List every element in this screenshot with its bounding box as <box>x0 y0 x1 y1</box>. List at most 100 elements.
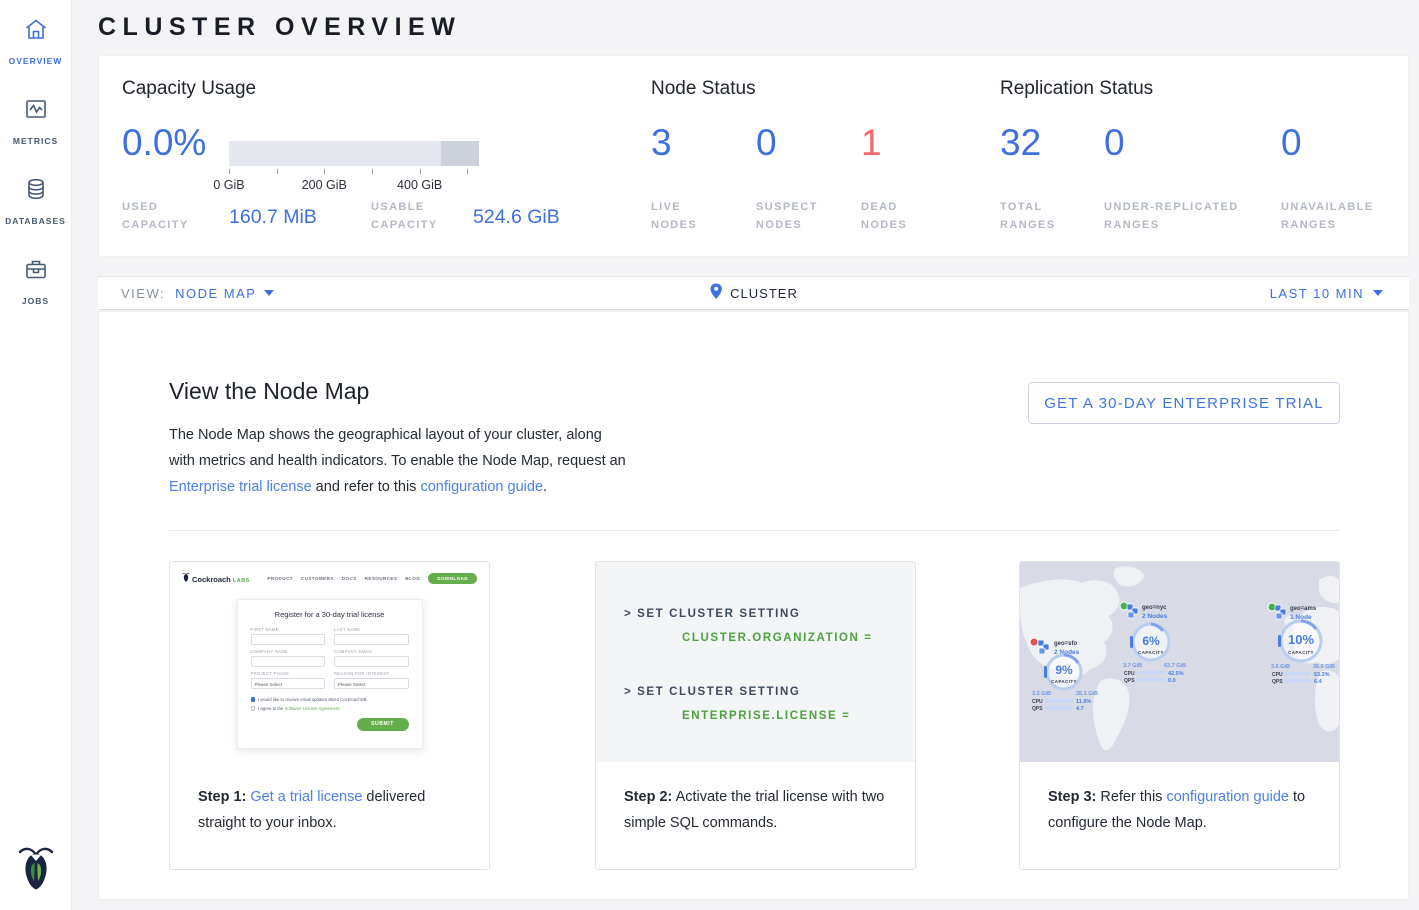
breadcrumb: CLUSTER <box>709 277 798 309</box>
unavailable-ranges-label: UNAVAILABLE RANGES <box>1281 198 1396 234</box>
svg-text:QPS: QPS <box>1124 678 1135 684</box>
mini-nav-item: RESOURCES <box>365 576 398 581</box>
divider <box>169 530 1340 531</box>
home-icon <box>23 16 49 47</box>
configuration-guide-link[interactable]: configuration guide <box>420 479 543 495</box>
sidebar-item-jobs[interactable]: JOBS <box>0 240 71 320</box>
cluster-summary-card: Capacity Usage 0.0% 0 GiB 200 GiB 400 Gi… <box>98 55 1409 257</box>
trial-license-form-thumbnail: Cockroach LABS PRODUCT CUSTOMERS DOCS RE… <box>170 562 489 762</box>
mini-field-label: REASON FOR INTEREST <box>334 671 409 676</box>
step-2-card: > SET CLUSTER SETTING CLUSTER.ORGANIZATI… <box>595 561 916 870</box>
node-map-promo-card: View the Node Map The Node Map shows the… <box>98 311 1409 900</box>
brand-suffix: LABS <box>233 578 250 584</box>
sql-keyword-line: > SET CLUSTER SETTING <box>624 680 915 704</box>
svg-text:9%: 9% <box>1055 663 1073 677</box>
capacity-bar-nonusable-segment <box>441 141 479 166</box>
live-nodes-label: LIVE NODES <box>651 198 723 234</box>
mini-nav-item: DOCS <box>342 576 357 581</box>
step-1-card: Cockroach LABS PRODUCT CUSTOMERS DOCS RE… <box>169 561 490 870</box>
cockroach-labs-mini-logo: Cockroach LABS <box>182 572 250 584</box>
svg-text:53.3%: 53.3% <box>1314 672 1330 678</box>
metrics-icon <box>23 96 49 127</box>
enterprise-trial-license-link[interactable]: Enterprise trial license <box>169 479 312 495</box>
jobs-icon <box>23 256 49 287</box>
svg-text:10%: 10% <box>1288 632 1314 647</box>
svg-text:CAPACITY: CAPACITY <box>1051 679 1077 684</box>
svg-text:CAPACITY: CAPACITY <box>1288 650 1314 655</box>
under-replicated-ranges-label: UNDER-REPLICATED RANGES <box>1104 198 1269 234</box>
mini-select: Please Select <box>251 678 326 689</box>
axis-tick-label: 200 GiB <box>302 178 347 192</box>
axis-tick <box>277 169 278 174</box>
cockroach-labs-logo <box>17 843 55 896</box>
sidebar-item-databases[interactable]: DATABASES <box>0 160 71 240</box>
promo-text: and refer to this <box>312 479 421 495</box>
axis-tick <box>372 169 373 174</box>
sidebar-item-metrics[interactable]: METRICS <box>0 80 71 160</box>
svg-text:4.7: 4.7 <box>1076 706 1084 712</box>
svg-text:3.2 GiB: 3.2 GiB <box>1032 691 1051 697</box>
sidebar-item-overview[interactable]: OVERVIEW <box>0 0 71 80</box>
mini-field-label: FIRST NAME <box>251 627 326 632</box>
cluster-overview-screen: OVERVIEW METRICS DATABASES JOBS <box>0 0 1419 910</box>
mini-checkbox-label: I would like to receive email updates ab… <box>258 697 368 702</box>
step-3-card: geo=sfo 2 Nodes 9% CAPACITY 3.2 GiB 35.1… <box>1019 561 1340 870</box>
node-map-thumbnail: geo=sfo 2 Nodes 9% CAPACITY 3.2 GiB 35.1… <box>1020 562 1339 762</box>
mini-submit-button: SUBMIT <box>357 718 409 731</box>
mini-select: Please Select <box>334 678 409 689</box>
sidebar-item-label: DATABASES <box>5 216 66 226</box>
capacity-usage-title: Capacity Usage <box>122 78 256 100</box>
axis-tick <box>229 169 230 174</box>
view-selector-dropdown[interactable]: NODE MAP <box>175 277 274 310</box>
mini-checkbox <box>251 706 256 711</box>
svg-text:CPU: CPU <box>1124 671 1135 677</box>
sql-keyword-line: > SET CLUSTER SETTING <box>624 602 915 626</box>
svg-text:42.5%: 42.5% <box>1168 671 1184 677</box>
svg-text:63.7 GiB: 63.7 GiB <box>1164 663 1186 669</box>
capacity-bar-chart: 0 GiB 200 GiB 400 GiB <box>229 141 479 166</box>
svg-text:geo=nyc: geo=nyc <box>1142 605 1167 611</box>
chevron-down-icon <box>1373 290 1383 296</box>
mini-nav-item: PRODUCT <box>267 576 293 581</box>
get-trial-license-link[interactable]: Get a trial license <box>250 789 362 805</box>
dead-nodes-label: DEAD NODES <box>861 198 933 234</box>
breadcrumb-location: CLUSTER <box>730 286 798 301</box>
time-range-dropdown[interactable]: LAST 10 MIN <box>1270 277 1383 309</box>
enterprise-trial-button[interactable]: GET A 30-DAY ENTERPRISE TRIAL <box>1028 382 1340 424</box>
mini-checkbox-label: I agree to the <box>258 706 285 711</box>
used-capacity-label: USED CAPACITY <box>122 198 214 234</box>
mini-field-label: PROJECT PHASE <box>251 671 326 676</box>
view-toolbar: VIEW: NODE MAP CLUSTER LAST 10 MIN <box>98 276 1409 310</box>
mini-registration-form: Register for a 30-day trial license FIRS… <box>237 599 423 749</box>
svg-text:2 Nodes: 2 Nodes <box>1142 613 1168 620</box>
suspect-nodes-value: 0 <box>756 122 777 164</box>
used-capacity-value: 160.7 MiB <box>229 206 317 229</box>
mini-input <box>334 656 409 667</box>
promo-title: View the Node Map <box>169 378 369 405</box>
capacity-used-percent: 0.0% <box>122 122 206 164</box>
axis-tick <box>467 169 468 174</box>
caption-text: Refer this <box>1096 789 1166 805</box>
svg-text:35.1 GiB: 35.1 GiB <box>1076 691 1098 697</box>
svg-text:QPS: QPS <box>1032 706 1043 712</box>
configuration-guide-link[interactable]: configuration guide <box>1166 789 1289 805</box>
step-2-caption: Step 2: Activate the trial license with … <box>596 762 915 836</box>
svg-text:6%: 6% <box>1142 634 1160 648</box>
usable-capacity-label: USABLE CAPACITY <box>371 198 471 234</box>
step-1-caption: Step 1: Get a trial license delivered st… <box>170 762 489 836</box>
under-replicated-ranges-value: 0 <box>1104 122 1125 164</box>
sidebar: OVERVIEW METRICS DATABASES JOBS <box>0 0 72 910</box>
view-selected-value: NODE MAP <box>175 277 256 310</box>
page-title: CLUSTER OVERVIEW <box>98 13 461 42</box>
step-label: Step 3: <box>1048 789 1096 805</box>
axis-tick-label: 400 GiB <box>397 178 442 192</box>
sql-setting-line: CLUSTER.ORGANIZATION = <box>624 626 915 650</box>
mini-nav-item: CUSTOMERS <box>301 576 334 581</box>
sql-setting-line: ENTERPRISE.LICENSE = <box>624 704 915 728</box>
step-label: Step 2: <box>624 789 672 805</box>
live-nodes-value: 3 <box>651 122 672 164</box>
unavailable-ranges-value: 0 <box>1281 122 1302 164</box>
view-label: VIEW: <box>121 277 165 310</box>
total-ranges-label: TOTAL RANGES <box>1000 198 1080 234</box>
replication-status-title: Replication Status <box>1000 78 1153 100</box>
